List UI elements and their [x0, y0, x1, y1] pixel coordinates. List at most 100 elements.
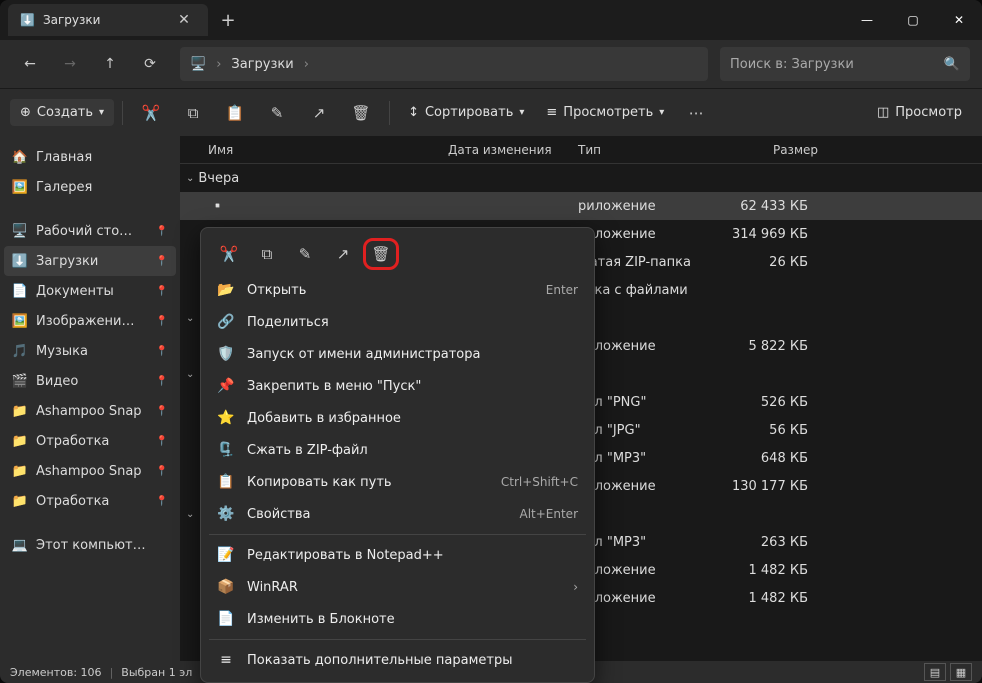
sidebar-item[interactable]: 🖥️ Рабочий сто… 📍 — [4, 216, 176, 246]
sidebar-item-label: Отработка — [36, 494, 109, 509]
maximize-button[interactable]: ▢ — [890, 0, 936, 40]
chevron-down-icon: ▾ — [519, 107, 524, 118]
sort-label: Сортировать — [425, 105, 513, 120]
forward-button[interactable]: → — [52, 46, 88, 82]
col-name[interactable]: Имя — [208, 143, 448, 157]
sidebar-item-label: Галерея — [36, 180, 92, 195]
minimize-button[interactable]: — — [844, 0, 890, 40]
paste-button[interactable]: 📋 — [215, 95, 255, 131]
back-button[interactable]: ← — [12, 46, 48, 82]
context-menu-item[interactable]: 🗜️ Сжать в ZIP-файл — [207, 434, 588, 466]
sidebar-item-icon: 📁 — [12, 493, 28, 509]
copy-button[interactable]: ⧉ — [173, 95, 213, 131]
ctx-delete-button[interactable]: 🗑 — [363, 238, 399, 270]
col-size[interactable]: Размер — [718, 143, 818, 157]
create-button[interactable]: ⊕ Создать ▾ — [10, 99, 114, 126]
menu-item-shortcut: Alt+Enter — [519, 507, 578, 521]
context-menu-item[interactable]: 📦 WinRAR › — [207, 571, 588, 603]
sidebar-item[interactable]: 📁 Ashampoo Snap 📍 — [4, 456, 176, 486]
sidebar-item[interactable]: 🖼️ Галерея — [4, 172, 176, 202]
window-controls: — ▢ ✕ — [844, 0, 982, 40]
col-type[interactable]: Тип — [578, 143, 718, 157]
rename-button[interactable]: ✎ — [257, 95, 297, 131]
pin-icon: 📍 — [156, 226, 168, 237]
group-label: Вчера — [198, 171, 239, 186]
chevron-down-icon: ⌄ — [186, 313, 194, 324]
context-menu-item[interactable]: ≡ Показать дополнительные параметры — [207, 644, 588, 676]
context-menu-item[interactable]: 📄 Изменить в Блокноте — [207, 603, 588, 635]
refresh-button[interactable]: ⟳ — [132, 46, 168, 82]
up-button[interactable]: ↑ — [92, 46, 128, 82]
sidebar-item-label: Видео — [36, 374, 78, 389]
pin-icon: 📍 — [156, 406, 168, 417]
context-menu-item[interactable]: 🛡️ Запуск от имени администратора — [207, 338, 588, 370]
menu-item-label: Редактировать в Notepad++ — [247, 548, 444, 563]
context-menu-item[interactable]: 📌 Закрепить в меню "Пуск" — [207, 370, 588, 402]
chevron-right-icon: › — [304, 57, 309, 72]
delete-button[interactable]: 🗑 — [341, 95, 381, 131]
new-tab-button[interactable]: + — [214, 6, 242, 34]
close-tab-icon[interactable]: ✕ — [170, 6, 198, 34]
menu-item-icon: 📋 — [217, 473, 235, 491]
tab-downloads[interactable]: ⬇️ Загрузки ✕ — [8, 4, 208, 36]
sidebar-item[interactable]: 📁 Отработка 📍 — [4, 486, 176, 516]
ctx-share-button[interactable]: ↗ — [325, 238, 361, 270]
close-window-button[interactable]: ✕ — [936, 0, 982, 40]
group-header[interactable]: ⌄ Вчера — [180, 164, 982, 192]
sidebar-item[interactable]: 🖼️ Изображени… 📍 — [4, 306, 176, 336]
sidebar-item-icon: 🖼️ — [12, 313, 28, 329]
context-menu-item[interactable]: 📂 Открыть Enter — [207, 274, 588, 306]
chevron-down-icon: ⌄ — [186, 509, 194, 520]
sidebar-item[interactable]: 📄 Документы 📍 — [4, 276, 176, 306]
sidebar-item-label: Загрузки — [36, 254, 98, 269]
ctx-cut-button[interactable]: ✂️ — [211, 238, 247, 270]
sidebar-item[interactable]: 💻 Этот компьют… — [4, 530, 176, 560]
view-button[interactable]: ≡ Просмотреть ▾ — [536, 95, 674, 131]
menu-item-icon: 📌 — [217, 377, 235, 395]
status-selected: Выбран 1 эл — [121, 666, 192, 679]
sidebar-item[interactable]: 📁 Ashampoo Snap 📍 — [4, 396, 176, 426]
details-view-button[interactable]: ▤ — [924, 663, 946, 681]
menu-item-label: Показать дополнительные параметры — [247, 653, 512, 668]
sidebar-item-label: Изображени… — [36, 314, 134, 329]
menu-item-label: Открыть — [247, 283, 306, 298]
file-type: айл "PNG" — [578, 395, 718, 410]
details-panel-label: Просмотр — [895, 105, 962, 120]
file-type: риложение — [578, 479, 718, 494]
more-button[interactable]: ⋯ — [676, 95, 716, 131]
file-row[interactable]: ▫️ риложение 62 433 КБ — [180, 192, 982, 220]
file-type: жатая ZIP-папка — [578, 255, 718, 270]
context-menu-item[interactable]: 📋 Копировать как путь Ctrl+Shift+C — [207, 466, 588, 498]
ctx-copy-button[interactable]: ⧉ — [249, 238, 285, 270]
thumbnail-view-button[interactable]: ▦ — [950, 663, 972, 681]
breadcrumb[interactable]: 🖥️ › Загрузки › — [180, 47, 708, 81]
plus-circle-icon: ⊕ — [20, 105, 31, 120]
context-menu-item[interactable]: ⭐ Добавить в избранное — [207, 402, 588, 434]
search-input[interactable]: Поиск в: Загрузки 🔍 — [720, 47, 970, 81]
menu-item-icon: 📝 — [217, 546, 235, 564]
context-menu-item[interactable]: 📝 Редактировать в Notepad++ — [207, 539, 588, 571]
sidebar-item[interactable]: 📁 Отработка 📍 — [4, 426, 176, 456]
ctx-rename-button[interactable]: ✎ — [287, 238, 323, 270]
cut-button[interactable]: ✂️ — [131, 95, 171, 131]
context-menu-item[interactable]: 🔗 Поделиться — [207, 306, 588, 338]
menu-separator — [209, 639, 586, 640]
context-menu-item[interactable]: ⚙️ Свойства Alt+Enter — [207, 498, 588, 530]
view-label: Просмотреть — [563, 105, 653, 120]
sidebar-item-label: Отработка — [36, 434, 109, 449]
sidebar-item[interactable]: 🎬 Видео 📍 — [4, 366, 176, 396]
sidebar-item[interactable]: 🏠 Главная — [4, 142, 176, 172]
sidebar-item[interactable]: ⬇️ Загрузки 📍 — [4, 246, 176, 276]
sort-button[interactable]: ↕ Сортировать ▾ — [398, 95, 534, 131]
status-count: Элементов: 106 — [10, 666, 102, 679]
sidebar-item-label: Главная — [36, 150, 92, 165]
details-panel-button[interactable]: ◫ Просмотр — [867, 95, 972, 131]
sidebar-item-icon: 📁 — [12, 403, 28, 419]
share-button[interactable]: ↗ — [299, 95, 339, 131]
file-type: айл "MP3" — [578, 535, 718, 550]
search-icon: 🔍 — [944, 57, 960, 72]
col-date[interactable]: Дата изменения — [448, 143, 578, 157]
sidebar-item-icon: 🎵 — [12, 343, 28, 359]
menu-item-label: Свойства — [247, 507, 311, 522]
sidebar-item[interactable]: 🎵 Музыка 📍 — [4, 336, 176, 366]
